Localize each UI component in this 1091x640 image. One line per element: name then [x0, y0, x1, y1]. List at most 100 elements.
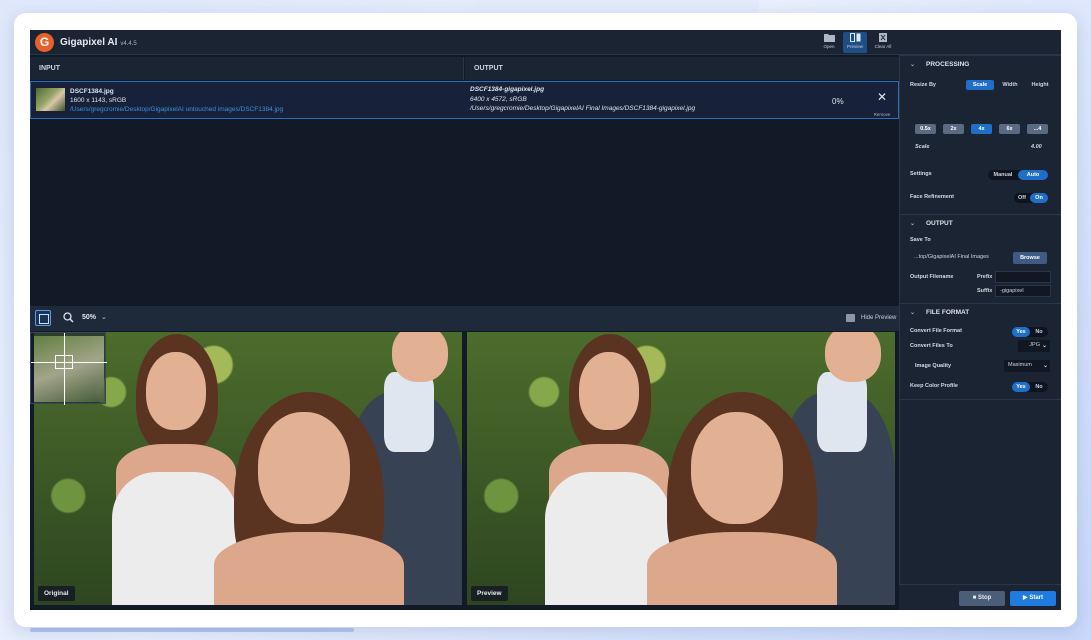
- preview-label: Preview: [846, 44, 863, 49]
- prefix-label: Prefix: [977, 274, 993, 280]
- chevron-down-icon: ⌄: [910, 310, 916, 316]
- save-path-field[interactable]: ...top/GigapixelAI Final Images: [910, 252, 1008, 264]
- input-file-name: DSCF1384.jpg: [70, 88, 114, 95]
- navigator-crosshair-vertical: [64, 333, 65, 405]
- face-refinement-label: Face Refinement: [910, 194, 955, 200]
- output-file-info: 6400 x 4572, sRGB: [470, 96, 527, 103]
- stop-icon: ■: [972, 595, 977, 601]
- resize-scale-option[interactable]: Scale: [966, 80, 994, 90]
- navigator-panel[interactable]: [30, 332, 107, 405]
- output-section-header[interactable]: ⌄ OUTPUT: [900, 214, 1061, 232]
- scale-value: 4.00: [1031, 144, 1042, 150]
- folder-icon: [823, 34, 835, 42]
- convert-format-toggle[interactable]: Yes No: [1012, 327, 1048, 337]
- preview-woman2-face: [691, 412, 783, 524]
- original-woman2-shoulders: [214, 532, 404, 605]
- zoom-level[interactable]: 50%: [82, 314, 96, 321]
- file-format-section-header[interactable]: ⌄ FILE FORMAT: [900, 303, 1061, 321]
- zoom-icon: [63, 312, 74, 323]
- file-row[interactable]: DSCF1384.jpg 1600 x 1143, sRGB /Users/gr…: [30, 81, 899, 119]
- preview-woman2-shoulders: [647, 532, 837, 605]
- image-quality-value: Maximum: [1008, 362, 1032, 368]
- preview-tag: Preview: [471, 586, 508, 601]
- chevron-down-icon[interactable]: ⌄: [101, 313, 107, 321]
- stop-button[interactable]: ■ Stop: [959, 591, 1005, 606]
- face-refinement-toggle[interactable]: Off On: [1014, 193, 1048, 203]
- sidebar-divider: [900, 399, 1061, 400]
- resize-by-label: Resize By: [910, 82, 936, 88]
- scale-chip-custom[interactable]: ...4: [1027, 124, 1048, 134]
- chevron-down-icon[interactable]: ⌄: [1043, 362, 1048, 369]
- convert-to-value: JPG: [1029, 342, 1040, 348]
- convert-no-option[interactable]: No: [1030, 327, 1048, 337]
- output-file-name: DSCF1384-gigapixel.jpg: [470, 86, 545, 93]
- resize-width-option[interactable]: Width: [996, 80, 1024, 90]
- original-woman2-face: [258, 412, 350, 524]
- keep-color-yes-option[interactable]: Yes: [1012, 382, 1030, 392]
- remove-label: Remove: [873, 112, 891, 117]
- close-icon: ✕: [876, 90, 888, 104]
- input-file-path[interactable]: /Users/gregcromie/Desktop/GigapixelAI un…: [70, 106, 283, 113]
- gigapixel-logo-icon: G: [35, 33, 54, 52]
- output-filename-label: Output Filename: [910, 274, 954, 280]
- original-man-shirt: [384, 372, 434, 452]
- resize-height-option[interactable]: Height: [1026, 80, 1054, 90]
- scale-chip-2x[interactable]: 2x: [943, 124, 964, 134]
- split-view-icon: [849, 33, 860, 42]
- navigator-toggle-icon[interactable]: [35, 310, 51, 326]
- output-file-path: /Users/gregcromie/Desktop/GigapixelAI Fi…: [470, 105, 696, 112]
- processing-section-header[interactable]: ⌄ PROCESSING: [900, 55, 1061, 73]
- keep-color-profile-label: Keep Color Profile: [910, 383, 958, 389]
- face-off-option[interactable]: Off: [1014, 193, 1030, 203]
- prefix-input[interactable]: [995, 271, 1051, 283]
- scale-label: Scale: [915, 144, 930, 150]
- scale-chip-0-5x[interactable]: 0.5x: [915, 124, 936, 134]
- original-tag: Original: [38, 586, 75, 601]
- navigator-viewport-handle[interactable]: [55, 355, 73, 369]
- settings-auto-option[interactable]: Auto: [1018, 170, 1048, 180]
- clear-all-button[interactable]: Clear All: [871, 32, 895, 53]
- settings-manual-option[interactable]: Manual: [988, 170, 1018, 180]
- keep-color-toggle[interactable]: Yes No: [1012, 382, 1048, 392]
- suffix-label: Suffix: [977, 288, 993, 294]
- keep-color-no-option[interactable]: No: [1030, 382, 1048, 392]
- start-button[interactable]: ▶ Start: [1010, 591, 1056, 606]
- stop-label: Stop: [977, 595, 992, 601]
- original-man-face: [392, 332, 448, 382]
- save-to-label: Save To: [910, 237, 931, 243]
- output-title: OUTPUT: [926, 220, 953, 227]
- input-file-info: 1600 x 1143, sRGB: [70, 97, 127, 104]
- image-quality-label: Image Quality: [915, 363, 952, 369]
- clear-all-label: Clear All: [874, 44, 892, 49]
- app-window: G Gigapixel AI v4.4.5 Open Preview Clear …: [30, 30, 1061, 610]
- convert-to-label: Convert Files To: [910, 343, 953, 349]
- face-on-option[interactable]: On: [1030, 193, 1048, 203]
- hide-preview-icon[interactable]: [846, 314, 855, 322]
- app-title: Gigapixel AI v4.4.5: [60, 37, 137, 48]
- remove-button[interactable]: ✕ Remove: [873, 91, 891, 121]
- app-version: v4.4.5: [120, 41, 137, 47]
- suffix-input[interactable]: -gigapixel: [995, 285, 1051, 297]
- progress-percent: 0%: [832, 97, 844, 106]
- chevron-down-icon[interactable]: ⌄: [1042, 342, 1047, 349]
- browse-button[interactable]: Browse: [1013, 252, 1047, 264]
- scale-chip-4x[interactable]: 4x: [971, 124, 992, 134]
- settings-toggle[interactable]: Manual Auto: [988, 170, 1048, 180]
- processing-title: PROCESSING: [926, 61, 970, 68]
- convert-yes-option[interactable]: Yes: [1012, 327, 1030, 337]
- input-column-header: INPUT: [30, 57, 464, 80]
- scale-chip-6x[interactable]: 6x: [999, 124, 1020, 134]
- clear-all-icon: [878, 33, 887, 42]
- open-button[interactable]: Open: [817, 32, 841, 53]
- title-bar: G Gigapixel AI v4.4.5 Open Preview Clear …: [30, 30, 1061, 55]
- preview-toolbar: 50% ⌄ Hide Preview: [30, 306, 899, 331]
- hide-preview-button[interactable]: Hide Preview: [861, 315, 896, 321]
- start-label: Start: [1029, 595, 1043, 601]
- file-list-empty-area: [30, 120, 899, 305]
- preview-button[interactable]: Preview: [843, 32, 867, 53]
- app-name: Gigapixel AI: [60, 37, 118, 48]
- preview-image[interactable]: Preview: [467, 332, 895, 605]
- convert-format-label: Convert File Format: [910, 328, 962, 334]
- chevron-down-icon: ⌄: [910, 62, 916, 68]
- original-woman1-face: [146, 352, 206, 430]
